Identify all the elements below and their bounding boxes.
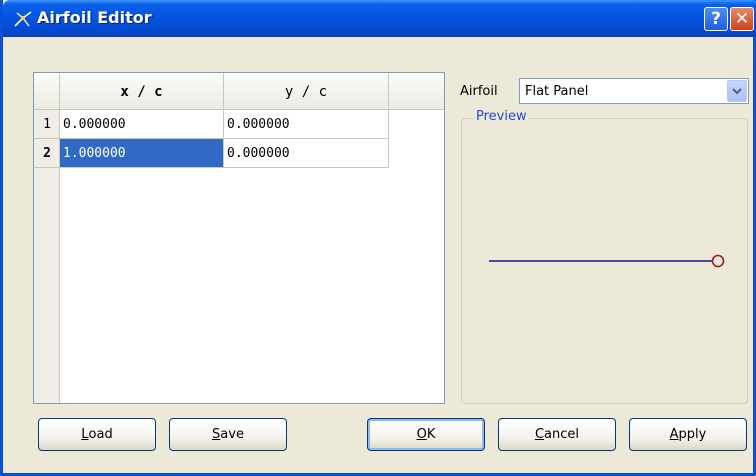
close-button[interactable]: ✕ (730, 7, 754, 31)
ok-mnemonic: O (416, 427, 427, 442)
row-header-1[interactable]: 1 (34, 110, 60, 139)
column-header-y[interactable]: y / c (224, 73, 389, 110)
load-button[interactable]: Load (38, 418, 156, 451)
load-mnemonic: L (81, 427, 89, 442)
airfoil-selected-value: Flat Panel (525, 83, 589, 99)
chevron-down-icon[interactable] (727, 80, 747, 102)
airfoil-editor-window: Airfoil Editor ? ✕ x / c y / c 1 2 0.000… (0, 0, 756, 476)
trailing-edge-marker (711, 254, 725, 268)
row-header-column: 1 2 (34, 110, 60, 403)
column-header-x[interactable]: x / c (60, 73, 224, 110)
save-button[interactable]: Save (169, 418, 287, 451)
close-icon: ✕ (734, 9, 750, 29)
apply-button[interactable]: Apply (629, 418, 747, 451)
table-cell-y[interactable]: 0.000000 (224, 110, 389, 139)
airfoil-app-icon (14, 11, 32, 27)
preview-canvas (489, 254, 725, 268)
airfoil-label: Airfoil (460, 84, 498, 99)
airfoil-dropdown[interactable]: Flat Panel (519, 78, 749, 104)
table-cell-x[interactable]: 0.000000 (60, 110, 224, 139)
apply-mnemonic: A (669, 427, 679, 442)
help-icon: ? (711, 9, 721, 29)
table-cell-x-selected[interactable]: 1.000000 (60, 139, 224, 168)
header-filler (389, 73, 444, 110)
ok-button[interactable]: OK (367, 418, 485, 451)
save-mnemonic: S (212, 427, 221, 442)
table-header: x / c y / c (34, 73, 444, 110)
corner-header[interactable] (34, 73, 60, 110)
help-button[interactable]: ? (704, 7, 728, 31)
row-header-2[interactable]: 2 (34, 139, 60, 168)
cancel-mnemonic: C (534, 427, 545, 442)
window-title: Airfoil Editor (37, 8, 152, 27)
title-bar[interactable]: Airfoil Editor ? ✕ (3, 0, 756, 37)
table-cell-y[interactable]: 0.000000 (224, 139, 389, 168)
cancel-button[interactable]: Cancel (498, 418, 616, 451)
coordinates-table[interactable]: x / c y / c 1 2 0.000000 0.000000 1.0000… (33, 72, 445, 404)
